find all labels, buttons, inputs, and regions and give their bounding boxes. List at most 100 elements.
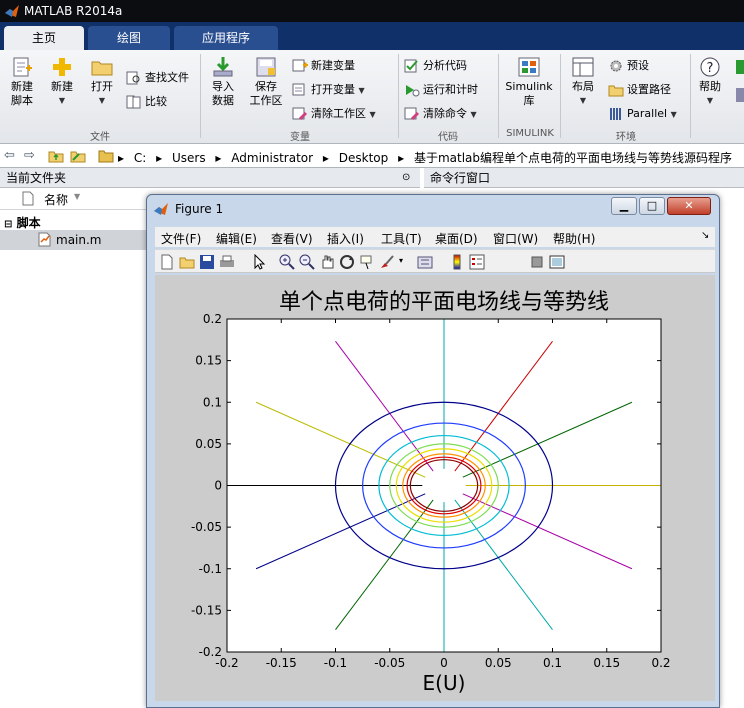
forward-arrow-icon[interactable]: ⇨ bbox=[24, 148, 35, 163]
rotate-icon[interactable] bbox=[339, 254, 355, 270]
menu-view[interactable]: 查看(V) bbox=[271, 230, 313, 247]
y-tick-label: 0.15 bbox=[195, 354, 222, 368]
data-cursor-icon[interactable] bbox=[359, 254, 375, 270]
clear-workspace-dropdown-icon[interactable]: ▼ bbox=[370, 110, 376, 119]
maximize-button[interactable]: □ bbox=[639, 197, 665, 215]
simulink-icon bbox=[518, 57, 540, 77]
new-button[interactable]: 新建 ▼ bbox=[46, 56, 78, 108]
plot-area[interactable]: -0.2 -0.15 -0.1 -0.05 0 0.05 0.1 0.15 0.2-0.2-0.… bbox=[155, 275, 715, 701]
close-icon: ✕ bbox=[684, 199, 694, 212]
sort-icon[interactable]: ▼ bbox=[74, 192, 80, 201]
matlab-logo-icon bbox=[5, 5, 19, 17]
panel-menu-icon[interactable]: ⊙ bbox=[402, 168, 410, 188]
menu-file[interactable]: 文件(F) bbox=[161, 230, 201, 247]
y-tick-label: 0 bbox=[214, 479, 222, 493]
menu-tools[interactable]: 工具(T) bbox=[381, 230, 422, 247]
run-and-time-button[interactable]: 运行和计时 bbox=[404, 80, 478, 100]
minimize-button[interactable]: ▁ bbox=[611, 197, 637, 215]
tab-home[interactable]: 主页 bbox=[4, 26, 84, 50]
set-path-button[interactable]: 设置路径 bbox=[608, 80, 671, 100]
new-variable-button[interactable]: 新建变量 bbox=[292, 56, 355, 76]
layout-dropdown-icon[interactable]: ▼ bbox=[566, 94, 600, 108]
compare-button[interactable]: 比较 bbox=[126, 92, 167, 112]
collapse-icon[interactable]: ⊟ bbox=[4, 219, 12, 230]
pan-icon[interactable] bbox=[319, 254, 335, 270]
figure-canvas: -0.2 -0.15 -0.1 -0.05 0 0.05 0.1 0.15 0.2 -0.2 -0.… bbox=[155, 275, 715, 701]
compare-icon bbox=[126, 95, 141, 109]
new-figure-icon[interactable] bbox=[159, 254, 175, 270]
zoom-in-icon[interactable] bbox=[279, 254, 295, 270]
breadcrumb-drive[interactable]: C: bbox=[134, 151, 146, 165]
clear-commands-dropdown-icon[interactable]: ▼ bbox=[471, 110, 477, 119]
save-icon[interactable] bbox=[199, 254, 215, 270]
y-tick-label: 0.05 bbox=[195, 437, 222, 451]
open-dropdown-icon[interactable]: ▼ bbox=[86, 94, 118, 108]
show-tools-icon[interactable] bbox=[549, 254, 565, 270]
close-button[interactable]: ✕ bbox=[667, 197, 711, 215]
open-button[interactable]: 打开 ▼ bbox=[86, 56, 118, 108]
dock-arrow-icon[interactable]: ↘ bbox=[701, 230, 709, 241]
brush-icon[interactable] bbox=[379, 254, 395, 270]
up-folder-icon[interactable] bbox=[48, 148, 64, 164]
simulink-label: Simulink 库 bbox=[505, 80, 553, 107]
folder-icon bbox=[98, 150, 114, 163]
open-label: 打开 bbox=[91, 80, 113, 93]
breadcrumb-desktop[interactable]: Desktop bbox=[339, 151, 389, 165]
list-item[interactable]: main.m bbox=[0, 230, 148, 250]
browse-folder-icon[interactable] bbox=[70, 148, 86, 164]
tab-apps[interactable]: 应用程序 bbox=[174, 26, 278, 50]
file-list-header: 名称 ▼ bbox=[0, 188, 148, 210]
analyze-code-button[interactable]: 分析代码 bbox=[404, 56, 467, 76]
new-script-button[interactable]: 新建 脚本 bbox=[6, 56, 38, 108]
open-file-icon[interactable] bbox=[179, 254, 195, 270]
back-arrow-icon[interactable]: ⇦ bbox=[4, 148, 15, 163]
address-bar: ⇦ ⇨ ▸ C: ▸ Users ▸ Administrator ▸ Deskt… bbox=[0, 144, 744, 168]
find-files-icon bbox=[126, 71, 140, 85]
name-column-header[interactable]: 名称 bbox=[44, 191, 68, 208]
link-plot-icon[interactable] bbox=[417, 254, 433, 270]
menu-edit[interactable]: 编辑(E) bbox=[216, 230, 257, 247]
zoom-out-icon[interactable] bbox=[299, 254, 315, 270]
ribbon: 新建 脚本 新建 ▼ 打开 ▼ 查找文件 比较 文件 导入 数据 保存 工作区 … bbox=[0, 50, 744, 144]
pointer-icon[interactable] bbox=[251, 254, 267, 270]
parallel-dropdown-icon[interactable]: ▼ bbox=[671, 110, 677, 119]
ribbon-overflow-icon[interactable] bbox=[734, 58, 744, 128]
brush-dropdown-icon[interactable]: ▾ bbox=[399, 256, 403, 265]
save-workspace-button[interactable]: 保存 工作区 bbox=[246, 56, 286, 108]
compare-label: 比较 bbox=[145, 95, 167, 108]
open-variable-button[interactable]: 打开变量 ▼ bbox=[292, 80, 365, 100]
layout-button[interactable]: 布局 ▼ bbox=[566, 56, 600, 108]
menu-help[interactable]: 帮助(H) bbox=[553, 230, 595, 247]
parallel-icon bbox=[610, 108, 621, 120]
breadcrumb-users[interactable]: Users bbox=[172, 151, 206, 165]
preferences-button[interactable]: 预设 bbox=[608, 56, 649, 76]
find-files-button[interactable]: 查找文件 bbox=[126, 68, 189, 88]
open-variable-dropdown-icon[interactable]: ▼ bbox=[359, 86, 365, 95]
colorbar-icon[interactable] bbox=[449, 254, 465, 270]
breadcrumb-administrator[interactable]: Administrator bbox=[231, 151, 313, 165]
tab-plots[interactable]: 绘图 bbox=[88, 26, 170, 50]
hide-tools-icon[interactable] bbox=[529, 254, 545, 270]
legend-icon[interactable] bbox=[469, 254, 485, 270]
simulink-library-button[interactable]: Simulink 库 bbox=[502, 56, 556, 108]
app-titlebar: MATLAB R2014a bbox=[0, 0, 744, 22]
print-icon[interactable] bbox=[219, 254, 235, 270]
ribbon-divider bbox=[498, 54, 499, 138]
menu-window[interactable]: 窗口(W) bbox=[493, 230, 538, 247]
group-file-label: 文件 bbox=[90, 132, 110, 143]
clear-workspace-button[interactable]: 清除工作区 ▼ bbox=[292, 104, 376, 124]
new-dropdown-icon[interactable]: ▼ bbox=[46, 94, 78, 108]
help-dropdown-icon[interactable]: ▼ bbox=[694, 94, 726, 108]
breadcrumb-project-folder[interactable]: 基于matlab编程单个点电荷的平面电场线与等势线源码程序 bbox=[414, 151, 732, 165]
tree-group-scripts[interactable]: ⊟ 脚本 bbox=[4, 214, 41, 231]
chart-title: 单个点电荷的平面电场线与等势线 bbox=[279, 290, 609, 315]
layout-label: 布局 bbox=[572, 80, 594, 93]
clear-workspace-label: 清除工作区 bbox=[311, 107, 366, 120]
menu-desktop[interactable]: 桌面(D) bbox=[435, 230, 478, 247]
menu-insert[interactable]: 插入(I) bbox=[327, 230, 364, 247]
import-icon bbox=[213, 57, 233, 77]
help-button[interactable]: ? 帮助 ▼ bbox=[694, 56, 726, 108]
import-data-button[interactable]: 导入 数据 bbox=[206, 56, 240, 108]
parallel-button[interactable]: Parallel ▼ bbox=[608, 104, 677, 124]
clear-commands-button[interactable]: 清除命令 ▼ bbox=[404, 104, 477, 124]
